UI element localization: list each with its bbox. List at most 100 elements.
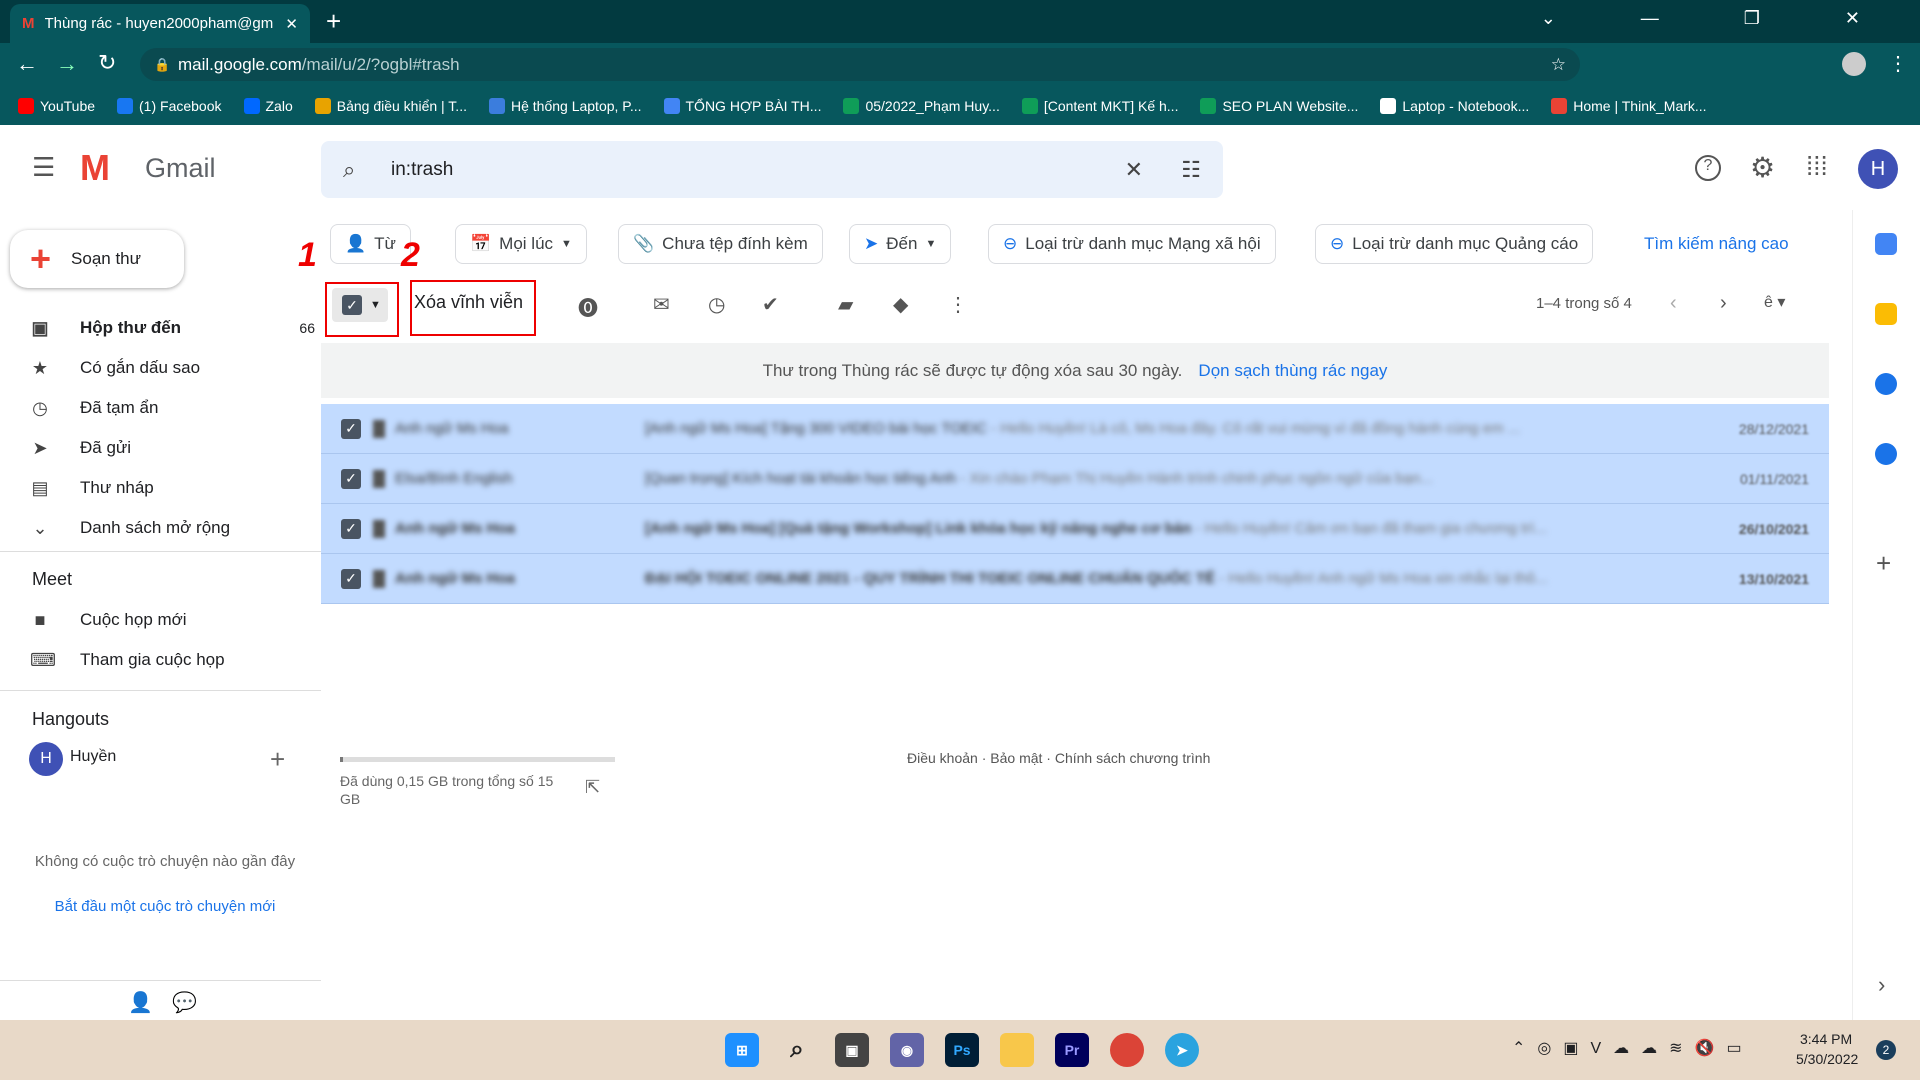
expand-panel-icon[interactable]: ›: [1878, 972, 1885, 998]
filter-chip[interactable]: 👤 Từ: [330, 224, 411, 264]
trash-icon[interactable]: [373, 569, 385, 588]
meet-join[interactable]: ⌨ Tham gia cuộc họp: [30, 642, 300, 678]
taskbar-search-icon[interactable]: ⌕: [780, 1033, 814, 1067]
next-page-icon[interactable]: ›: [1720, 292, 1727, 315]
bookmark-item[interactable]: TỔNG HỢP BÀI TH...: [663, 97, 821, 114]
sidebar-item[interactable]: ⌄ Danh sách mở rộng: [30, 510, 300, 546]
bookmark-item[interactable]: Home | Think_Mark...: [1551, 97, 1707, 114]
search-input[interactable]: in:trash: [391, 159, 453, 181]
premiere-icon[interactable]: Pr: [1055, 1033, 1089, 1067]
back-icon[interactable]: ←: [16, 51, 38, 77]
telegram-icon[interactable]: ➤: [1165, 1033, 1199, 1067]
bookmark-item[interactable]: [Content MKT] Kế h...: [1021, 97, 1178, 114]
compose-button[interactable]: + Soạn thư: [10, 230, 184, 288]
search-box[interactable]: ⌕ in:trash ✕ ☷: [321, 141, 1223, 198]
sidebar-item[interactable]: ★ Có gắn dấu sao: [30, 350, 300, 386]
apps-grid-icon[interactable]: ⁞⁞⁞: [1806, 151, 1828, 182]
teams-chat-icon[interactable]: ◉: [890, 1033, 924, 1067]
keep-icon[interactable]: [1875, 303, 1897, 325]
advanced-search-link[interactable]: Tìm kiếm nâng cao: [1644, 234, 1789, 254]
filter-chip[interactable]: ➤ Đến ▼: [849, 224, 952, 264]
new-tab-icon[interactable]: +: [326, 6, 341, 37]
sidebar-item[interactable]: ▤ Thư nháp: [30, 470, 300, 506]
email-date: 28/12/2021: [1738, 420, 1809, 437]
search-icon[interactable]: ⌕: [343, 157, 355, 183]
calendar-icon[interactable]: [1875, 233, 1897, 255]
add-task-icon[interactable]: ✔: [762, 292, 779, 317]
email-row[interactable]: ✓ Anh ngữ Ms Hoa [Anh ngữ Ms Hoa] Tặng 3…: [321, 404, 1829, 454]
email-row[interactable]: ✓ Elsa/Bình English [Quan trọng] Kích ho…: [321, 454, 1829, 504]
row-checkbox[interactable]: ✓: [341, 568, 361, 589]
filter-chip[interactable]: 📅 Mọi lúc ▼: [455, 224, 587, 264]
clock-time[interactable]: 3:44 PM: [1800, 1031, 1852, 1047]
url-input[interactable]: 🔒 mail.google.com/mail/u/2/?ogbl#trash ☆: [140, 48, 1580, 81]
email-row[interactable]: ✓ Anh ngữ Ms Hoa ĐẠI HỘI TOEIC ONLINE 20…: [321, 554, 1829, 604]
meet-new[interactable]: ■ Cuộc họp mới: [30, 602, 300, 638]
bookmark-item[interactable]: Bảng điều khiển | T...: [314, 97, 467, 114]
filter-chip[interactable]: ⊖ Loại trừ danh mục Quảng cáo: [1315, 224, 1594, 264]
forward-icon[interactable]: →: [56, 51, 78, 77]
bookmark-item[interactable]: Hệ thống Laptop, P...: [488, 97, 642, 114]
tasks-icon[interactable]: [1875, 373, 1897, 395]
clock-date[interactable]: 5/30/2022: [1796, 1051, 1858, 1067]
hangouts-avatar[interactable]: H: [29, 742, 63, 776]
mark-read-icon[interactable]: ✉: [653, 292, 670, 317]
search-options-icon[interactable]: ☷: [1181, 157, 1201, 183]
open-storage-icon[interactable]: ⇱: [585, 777, 600, 798]
sidebar-item[interactable]: ➤ Đã gửi: [30, 430, 300, 466]
window-controls[interactable]: ⌄ — ❐ ✕: [1541, 8, 1900, 29]
notification-badge[interactable]: 2: [1876, 1040, 1896, 1060]
close-tab-icon[interactable]: ✕: [285, 15, 298, 33]
task-view-icon[interactable]: ▣: [835, 1033, 869, 1067]
clear-search-icon[interactable]: ✕: [1125, 157, 1143, 183]
reload-icon[interactable]: ↻: [98, 50, 116, 76]
bookmark-star-icon[interactable]: ☆: [1551, 55, 1566, 75]
windows-start-icon[interactable]: ⊞: [725, 1033, 759, 1067]
profile-avatar-icon[interactable]: [1842, 52, 1866, 76]
sidebar-item[interactable]: ◷ Đã tạm ẩn: [30, 390, 300, 426]
chrome-icon[interactable]: [1110, 1033, 1144, 1067]
label-icon[interactable]: ◆: [893, 292, 908, 317]
system-tray-icons[interactable]: ⌃◎▣V☁☁≋🔇▭: [1512, 1038, 1754, 1058]
footer-links[interactable]: Điều khoản · Bảo mật · Chính sách chương…: [907, 750, 1210, 766]
input-tools-icon[interactable]: ê ▾: [1764, 292, 1785, 312]
row-checkbox[interactable]: ✓: [341, 468, 361, 489]
trash-icon[interactable]: [373, 419, 385, 438]
move-to-icon[interactable]: ▰: [838, 292, 853, 317]
bookmark-item[interactable]: Zalo: [243, 97, 293, 114]
browser-tab[interactable]: M Thùng rác - huyen2000pham@gm ✕: [10, 4, 310, 43]
bookmark-item[interactable]: SEO PLAN Website...: [1200, 97, 1358, 114]
file-explorer-icon[interactable]: [1000, 1033, 1034, 1067]
bookmark-item[interactable]: (1) Facebook: [117, 97, 222, 114]
contacts-icon[interactable]: 👤: [128, 990, 153, 1015]
trash-icon[interactable]: [373, 469, 385, 488]
start-chat-link[interactable]: Bắt đầu một cuộc trò chuyện mới: [30, 898, 300, 915]
bookmark-item[interactable]: 05/2022_Phạm Huy...: [843, 97, 1000, 114]
add-chat-icon[interactable]: +: [270, 744, 285, 775]
help-icon[interactable]: ?: [1695, 155, 1721, 181]
row-checkbox[interactable]: ✓: [341, 518, 361, 539]
report-spam-icon[interactable]: ⓿: [578, 292, 598, 321]
bookmark-item[interactable]: YouTube: [18, 97, 95, 114]
filter-chip[interactable]: ⊖ Loại trừ danh mục Mạng xã hội: [988, 224, 1276, 264]
bookmark-item[interactable]: Laptop - Notebook...: [1380, 97, 1529, 114]
menu-icon[interactable]: ⋮: [1888, 51, 1908, 76]
trash-icon[interactable]: [373, 519, 385, 538]
photoshop-icon[interactable]: Ps: [945, 1033, 979, 1067]
main-menu-icon[interactable]: ☰: [32, 152, 55, 183]
settings-icon[interactable]: ⚙: [1750, 151, 1775, 184]
hangouts-user[interactable]: Huyền: [70, 748, 116, 766]
more-icon[interactable]: ⋮: [948, 292, 968, 317]
row-checkbox[interactable]: ✓: [341, 418, 361, 439]
contacts-side-icon[interactable]: [1875, 443, 1897, 465]
prev-page-icon[interactable]: ‹: [1670, 292, 1677, 315]
add-addon-icon[interactable]: +: [1876, 548, 1891, 579]
account-avatar[interactable]: H: [1858, 149, 1898, 189]
sidebar-item[interactable]: ▣ Hộp thư đến 66: [30, 310, 315, 346]
gmail-logo[interactable]: M: [80, 147, 110, 189]
filter-chip[interactable]: 📎 Chưa tệp đính kèm: [618, 224, 823, 264]
snooze-icon[interactable]: ◷: [708, 292, 725, 317]
hangouts-icon[interactable]: 💬: [172, 990, 197, 1015]
email-row[interactable]: ✓ Anh ngữ Ms Hoa [Anh ngữ Ms Hoa] [Quà t…: [321, 504, 1829, 554]
empty-trash-link[interactable]: Dọn sạch thùng rác ngay: [1198, 361, 1387, 381]
